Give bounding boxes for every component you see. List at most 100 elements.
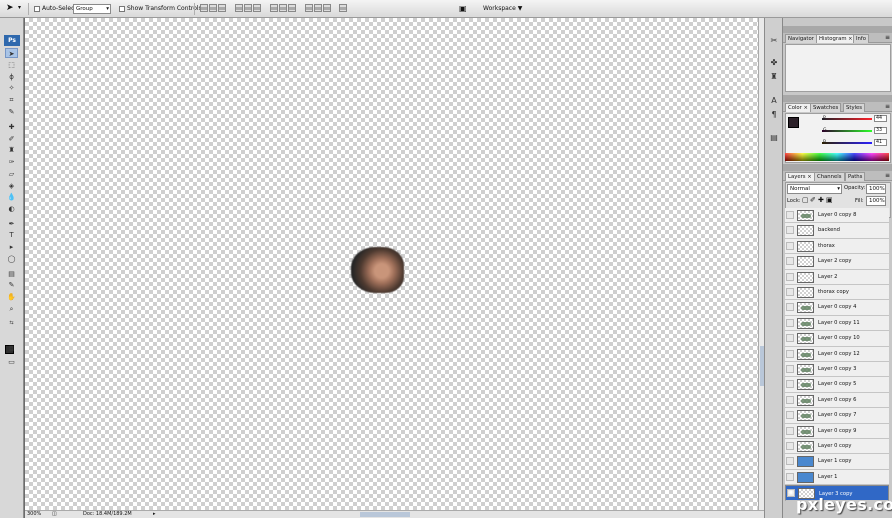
auto-select-checkbox[interactable]: [34, 6, 40, 12]
visibility-eye-icon[interactable]: [786, 426, 794, 435]
face-image-layer[interactable]: [351, 247, 404, 293]
blur-tool-icon[interactable]: 💧: [5, 192, 18, 202]
magic-wand-tool-icon[interactable]: ✧: [5, 83, 18, 93]
tab-navigator[interactable]: Navigator: [785, 34, 817, 43]
red-slider[interactable]: [822, 118, 872, 120]
brushes-icon[interactable]: ✤: [769, 58, 779, 68]
visibility-eye-icon[interactable]: [786, 303, 794, 312]
align-hcenter-icon[interactable]: [243, 4, 252, 12]
tool-preset-dropdown-icon[interactable]: ▾: [18, 4, 21, 11]
layer-row[interactable]: Layer 0 copy 11: [785, 315, 889, 332]
opacity-field[interactable]: 100%: [866, 184, 886, 194]
tools-icon[interactable]: ✂: [769, 36, 779, 46]
tab-layers[interactable]: Layers ×: [785, 172, 815, 181]
eyedropper-tool-icon[interactable]: ✎: [5, 280, 18, 290]
blue-slider[interactable]: [822, 142, 872, 144]
layer-row[interactable]: Layer 0 copy 5: [785, 377, 889, 393]
panel-menu-icon[interactable]: ≡: [885, 172, 890, 179]
blue-value-field[interactable]: 41: [874, 139, 887, 146]
horizontal-scroll-thumb[interactable]: [360, 512, 410, 517]
pen-tool-icon[interactable]: ✒: [5, 219, 18, 229]
lock-image-icon[interactable]: ✐: [810, 196, 816, 204]
status-arrow-icon[interactable]: ▸: [153, 511, 156, 518]
visibility-eye-icon[interactable]: [786, 226, 794, 235]
align-bottom-icon[interactable]: [218, 4, 226, 12]
distribute-hcenter-icon[interactable]: [313, 4, 322, 12]
screen-mode-icon[interactable]: ▭: [5, 357, 18, 367]
document-canvas[interactable]: [25, 18, 758, 510]
tab-swatches[interactable]: Swatches: [810, 103, 842, 112]
visibility-eye-icon[interactable]: [786, 318, 794, 327]
layer-row[interactable]: thorax: [785, 238, 889, 255]
lock-all-icon[interactable]: ▣: [826, 196, 833, 204]
tab-histogram[interactable]: Histogram ×: [816, 34, 856, 43]
status-menu-icon[interactable]: ◫: [52, 511, 57, 518]
character-icon[interactable]: A: [769, 96, 779, 106]
tab-info[interactable]: Info: [853, 34, 870, 43]
visibility-eye-icon[interactable]: ◉: [787, 489, 795, 498]
auto-select-dropdown[interactable]: Group ▾: [73, 4, 111, 14]
panel-menu-icon[interactable]: ≡: [885, 103, 890, 110]
layer-row[interactable]: Layer 0 copy 10: [785, 331, 889, 347]
paint-bucket-tool-icon[interactable]: ◈: [5, 181, 18, 191]
visibility-eye-icon[interactable]: [786, 272, 794, 281]
align-left-icon[interactable]: [234, 4, 243, 12]
blend-mode-dropdown[interactable]: Normal ▾: [787, 184, 842, 194]
move-tool-icon[interactable]: ➤: [6, 3, 14, 13]
align-vcenter-icon[interactable]: [209, 4, 217, 12]
distribute-vcenter-icon[interactable]: [278, 4, 287, 12]
notes-tool-icon[interactable]: ▤: [5, 269, 18, 279]
layer-row[interactable]: Layer 0 copy 7: [785, 408, 889, 424]
shape-tool-icon[interactable]: ◯: [5, 254, 18, 264]
layer-row[interactable]: Layer 0 copy 4: [785, 300, 889, 316]
paragraph-icon[interactable]: ¶: [769, 110, 779, 120]
slice-tool-icon[interactable]: ✎: [5, 107, 18, 117]
path-selection-tool-icon[interactable]: ▸: [5, 242, 18, 252]
clone-stamp-tool-icon[interactable]: ♜: [5, 145, 18, 155]
foreground-color-swatch[interactable]: [788, 117, 799, 128]
green-value-field[interactable]: 33: [874, 127, 887, 134]
tab-paths[interactable]: Paths: [845, 172, 866, 181]
workspace-switcher-icon[interactable]: ▣: [459, 4, 467, 13]
layer-row[interactable]: Layer 2: [785, 269, 889, 285]
auto-align-icon[interactable]: [339, 4, 348, 12]
tab-channels[interactable]: Channels: [814, 172, 845, 181]
quick-mask-icon[interactable]: ◘: [5, 344, 18, 354]
eraser-tool-icon[interactable]: ▱: [5, 169, 18, 179]
brush-tool-icon[interactable]: ✐: [5, 134, 18, 144]
distribute-bottom-icon[interactable]: [287, 4, 296, 12]
lock-position-icon[interactable]: ✚: [818, 196, 824, 204]
fill-field[interactable]: 100%: [866, 196, 886, 206]
distribute-right-icon[interactable]: [322, 4, 331, 12]
visibility-eye-icon[interactable]: [786, 442, 794, 450]
clone-source-icon[interactable]: ♜: [769, 72, 779, 82]
zoom-tool-icon[interactable]: ⌕: [5, 304, 18, 314]
visibility-eye-icon[interactable]: [786, 334, 794, 343]
layer-row[interactable]: thorax copy: [785, 285, 889, 301]
layer-row[interactable]: Layer 0 copy 8: [785, 208, 889, 224]
visibility-eye-icon[interactable]: [786, 472, 794, 481]
crop-tool-icon[interactable]: ⌗: [5, 95, 18, 105]
visibility-eye-icon[interactable]: [786, 241, 794, 250]
layer-row[interactable]: Layer 0 copy 9: [785, 423, 889, 439]
visibility-eye-icon[interactable]: [786, 288, 794, 296]
layer-row[interactable]: Layer 0 copy 6: [785, 392, 889, 409]
align-top-icon[interactable]: [200, 4, 208, 12]
layer-row[interactable]: Layer 1 copy: [785, 454, 889, 470]
green-slider[interactable]: [822, 130, 872, 132]
type-tool-icon[interactable]: T: [5, 230, 18, 240]
distribute-top-icon[interactable]: [269, 4, 278, 12]
align-right-icon[interactable]: [252, 4, 261, 12]
layer-row[interactable]: Layer 0 copy: [785, 439, 889, 455]
visibility-eye-icon[interactable]: [786, 395, 794, 404]
visibility-eye-icon[interactable]: [786, 365, 794, 373]
visibility-eye-icon[interactable]: [786, 211, 794, 219]
layer-row[interactable]: Layer 1: [785, 469, 889, 486]
dodge-tool-icon[interactable]: ◐: [5, 204, 18, 214]
red-value-field[interactable]: 44: [874, 115, 887, 122]
visibility-eye-icon[interactable]: [786, 380, 794, 389]
visibility-eye-icon[interactable]: [786, 257, 794, 266]
layer-row[interactable]: Layer 0 copy 12: [785, 346, 889, 362]
lasso-tool-icon[interactable]: ϕ: [5, 72, 18, 82]
hand-tool-icon[interactable]: ✋: [5, 292, 18, 302]
